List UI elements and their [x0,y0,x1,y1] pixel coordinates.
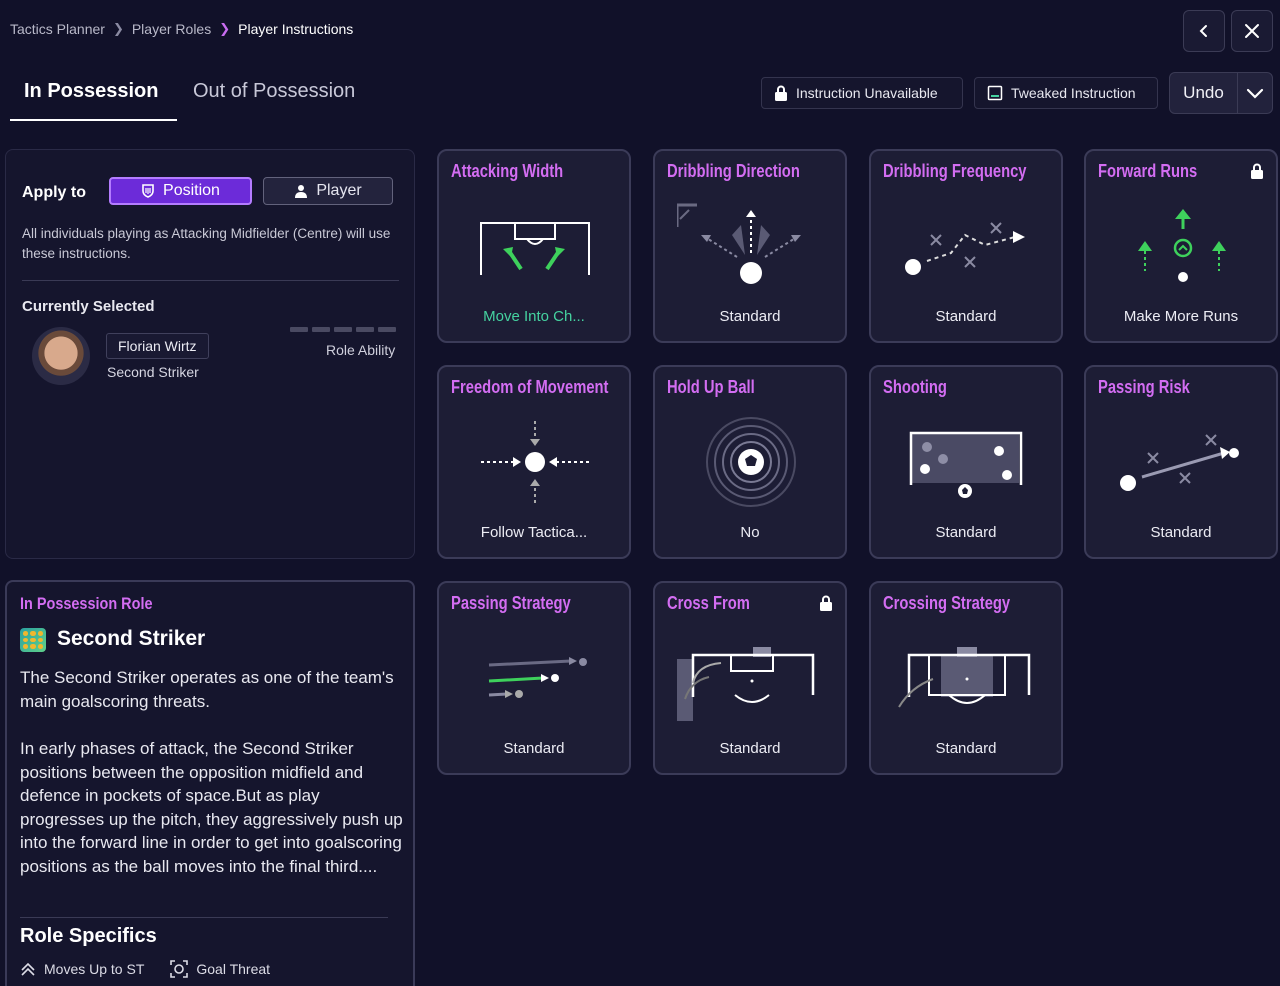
passing-risk-illustration [1120,434,1239,491]
card-title: Dribbling Direction [667,161,800,181]
forward-runs-illustration [1138,209,1226,282]
role-name: Second Striker [57,627,206,650]
apply-position-button[interactable]: Position [109,177,252,205]
card-passing-strategy[interactable]: Passing Strategy Standard [437,581,631,775]
card-title: Hold Up Ball [667,377,755,397]
chevron-left-icon [1199,25,1207,37]
card-attacking-width[interactable]: Attacking Width Move Into Ch... [437,149,631,343]
active-tab-indicator [10,119,177,121]
hold-up-ball-illustration [706,417,796,507]
move-up-icon [21,962,35,976]
close-icon [1245,24,1259,38]
player-name[interactable]: Florian Wirtz [106,333,209,359]
role-description-1: The Second Striker operates as one of th… [20,668,394,711]
tab-out-of-possession[interactable]: Out of Possession [193,80,355,103]
card-dribbling-direction[interactable]: Dribbling Direction Standard [653,149,847,343]
role-panel: In Possession Role Second Striker The Se… [5,580,415,986]
card-passing-risk[interactable]: Passing Risk Standard [1084,365,1278,559]
role-specifics-list: Moves Up to ST Goal Threat [20,960,270,978]
card-value: Standard [719,308,781,325]
role-description-2: In early phases of attack, the Second St… [20,739,403,876]
card-value: No [740,524,760,541]
person-icon [295,185,308,198]
card-freedom-of-movement[interactable]: Freedom of Movement Follow Tactica... [437,365,631,559]
breadcrumb: Tactics Planner ❯ Player Roles ❯ Player … [10,21,353,37]
player-role: Second Striker [107,364,199,380]
legend-unavailable-label: Instruction Unavailable [796,85,938,101]
card-title: Crossing Strategy [883,593,1011,613]
card-forward-runs[interactable]: Forward Runs Make More Runs [1084,149,1278,343]
role-specifics-title: Role Specifics [20,925,157,947]
divider [22,280,399,281]
back-button[interactable] [1183,10,1225,52]
card-cross-from[interactable]: Cross From Standard [653,581,847,775]
apply-position-label: Position [163,182,220,199]
legend-instruction-unavailable: Instruction Unavailable [761,77,963,109]
apply-to-panel: Apply to Position Player All individuals… [5,149,415,559]
cross-from-illustration [677,647,815,721]
currently-selected-title: Currently Selected [22,298,155,315]
card-value: Standard [1150,524,1212,541]
chevron-right-icon: ❯ [112,21,124,36]
shooting-illustration [909,431,1023,498]
role-header: In Possession Role [20,594,153,613]
card-title: Shooting [883,377,947,397]
card-title: Attacking Width [451,161,564,181]
card-title: Dribbling Frequency [883,161,1027,181]
card-hold-up-ball[interactable]: Hold Up Ball No [653,365,847,559]
tab-in-possession[interactable]: In Possession [24,80,159,103]
attacking-width-illustration [480,222,590,275]
card-value: Standard [719,740,781,757]
chevron-right-icon: ❯ [219,21,231,36]
formation-icon [20,628,46,652]
close-button[interactable] [1231,10,1273,52]
freedom-of-movement-illustration [481,421,589,503]
card-crossing-strategy[interactable]: Crossing Strategy Standard [869,581,1063,775]
dribbling-direction-illustration [677,203,801,284]
undo-button[interactable]: Undo [1170,73,1238,113]
crossing-strategy-illustration [898,647,1031,708]
lock-icon [820,595,832,611]
card-shooting[interactable]: Shooting Standard [869,365,1063,559]
undo-control: Undo [1169,72,1273,114]
card-title: Passing Strategy [451,593,571,613]
role-ability-bars [290,327,396,332]
breadcrumb-player-roles[interactable]: Player Roles [132,21,211,37]
chevron-down-icon [1246,88,1264,99]
card-dribbling-frequency[interactable]: Dribbling Frequency Standard [869,149,1063,343]
specific-goal-threat: Goal Threat [196,961,271,977]
lock-icon [775,85,787,101]
card-value: Standard [503,740,565,757]
legend-tweaked-label: Tweaked Instruction [1011,85,1136,101]
card-value: Follow Tactica... [480,524,588,541]
apply-description: All individuals playing as Attacking Mid… [22,226,391,261]
undo-dropdown-button[interactable] [1238,87,1272,99]
divider [20,917,388,918]
card-value: Standard [935,740,997,757]
card-title: Freedom of Movement [451,377,609,397]
card-value: Move Into Ch... [483,308,585,325]
legend-tweaked-instruction: Tweaked Instruction [974,77,1158,109]
card-title: Cross From [667,593,750,613]
apply-player-button[interactable]: Player [263,177,393,205]
shield-icon [142,184,154,198]
dribbling-frequency-illustration [905,222,1025,275]
apply-to-label: Apply to [22,184,86,201]
breadcrumb-player-instructions: Player Instructions [238,21,354,37]
card-title: Passing Risk [1098,377,1190,397]
card-value: Standard [935,524,997,541]
apply-player-label: Player [316,182,362,199]
breadcrumb-tactics-planner[interactable]: Tactics Planner [10,21,105,37]
lock-icon [1251,163,1263,179]
role-ability-label: Role Ability [326,342,396,358]
tweaked-icon [987,85,1003,101]
card-value: Make More Runs [1123,308,1239,325]
player-avatar [32,327,90,385]
goal-threat-icon [170,960,189,978]
specific-moves-up: Moves Up to ST [44,961,145,977]
card-title: Forward Runs [1098,161,1198,181]
passing-strategy-illustration [488,657,587,698]
card-value: Standard [935,308,997,325]
